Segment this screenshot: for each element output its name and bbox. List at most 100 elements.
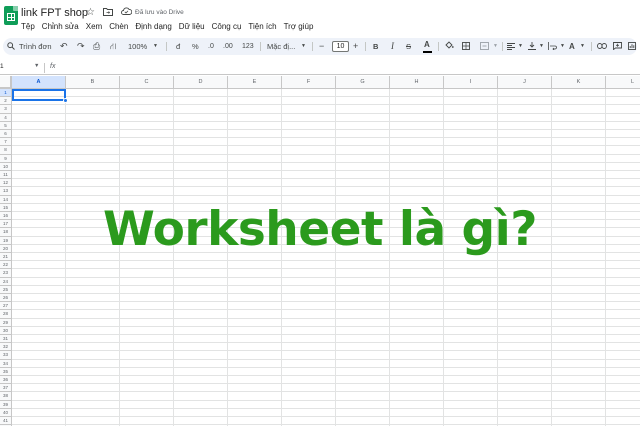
- row-header-35[interactable]: 35: [0, 367, 12, 376]
- row-header-39[interactable]: 39: [0, 400, 12, 409]
- row-header-27[interactable]: 27: [0, 302, 12, 311]
- font-size-decrease-button[interactable]: −: [319, 38, 324, 55]
- horizontal-align-icon[interactable]: [507, 38, 515, 55]
- menu-edit[interactable]: Chỉnh sửa: [42, 21, 79, 33]
- row-header-41[interactable]: 41: [0, 417, 12, 426]
- menu-tools[interactable]: Công cụ: [212, 21, 242, 33]
- row-header-6[interactable]: 6: [0, 130, 12, 139]
- search-menus-label[interactable]: Trình đơn: [19, 38, 52, 55]
- undo-button[interactable]: ↶: [60, 38, 68, 55]
- row-header-26[interactable]: 26: [0, 294, 12, 303]
- menu-view[interactable]: Xem: [86, 21, 102, 33]
- column-header-d[interactable]: D: [174, 76, 228, 89]
- row-header-36[interactable]: 36: [0, 376, 12, 385]
- select-all-corner[interactable]: [0, 76, 12, 89]
- selected-cell-a1[interactable]: [12, 89, 66, 101]
- borders-icon[interactable]: [462, 38, 470, 55]
- text-wrap-icon[interactable]: [548, 38, 557, 55]
- bold-button[interactable]: B: [373, 38, 378, 55]
- strikethrough-button[interactable]: S: [406, 38, 411, 55]
- column-header-j[interactable]: J: [498, 76, 552, 89]
- menu-insert[interactable]: Chèn: [109, 21, 128, 33]
- row-header-9[interactable]: 9: [0, 154, 12, 163]
- row-header-13[interactable]: 13: [0, 187, 12, 196]
- row-header-24[interactable]: 24: [0, 277, 12, 286]
- row-header-37[interactable]: 37: [0, 384, 12, 393]
- chevron-down-icon[interactable]: ▼: [580, 38, 585, 55]
- column-header-g[interactable]: G: [336, 76, 390, 89]
- row-header-7[interactable]: 7: [0, 138, 12, 147]
- row-header-2[interactable]: 2: [0, 97, 12, 106]
- row-header-34[interactable]: 34: [0, 359, 12, 368]
- row-header-32[interactable]: 32: [0, 343, 12, 352]
- chevron-down-icon[interactable]: ▼: [153, 38, 158, 55]
- search-icon[interactable]: [7, 38, 15, 55]
- zoom-select[interactable]: 100%: [128, 38, 147, 55]
- column-header-a[interactable]: A: [12, 76, 66, 89]
- row-header-3[interactable]: 3: [0, 105, 12, 114]
- row-header-29[interactable]: 29: [0, 318, 12, 327]
- row-header-12[interactable]: 12: [0, 179, 12, 188]
- redo-button[interactable]: ↷: [77, 38, 85, 55]
- menu-format[interactable]: Định dạng: [135, 21, 171, 33]
- row-header-10[interactable]: 10: [0, 162, 12, 171]
- number-format-button[interactable]: 123: [242, 38, 254, 55]
- print-button[interactable]: ⎙: [93, 38, 100, 55]
- document-title[interactable]: link FPT shop: [21, 7, 88, 19]
- cloud-saved-icon[interactable]: [121, 7, 133, 19]
- insert-chart-icon[interactable]: [628, 38, 636, 55]
- text-color-button[interactable]: A: [423, 40, 432, 53]
- italic-button[interactable]: I: [391, 38, 394, 55]
- row-header-33[interactable]: 33: [0, 351, 12, 360]
- star-icon[interactable]: ☆: [86, 7, 95, 19]
- chevron-down-icon[interactable]: ▼: [493, 38, 498, 55]
- column-header-i[interactable]: I: [444, 76, 498, 89]
- currency-format-button[interactable]: đ: [176, 38, 180, 55]
- chevron-down-icon[interactable]: ▼: [518, 38, 523, 55]
- row-header-22[interactable]: 22: [0, 261, 12, 270]
- chevron-down-icon[interactable]: ▼: [301, 38, 306, 55]
- column-header-h[interactable]: H: [390, 76, 444, 89]
- row-header-23[interactable]: 23: [0, 269, 12, 278]
- column-header-c[interactable]: C: [120, 76, 174, 89]
- row-header-8[interactable]: 8: [0, 146, 12, 155]
- menu-extensions[interactable]: Tiện ích: [248, 21, 276, 33]
- menu-help[interactable]: Trợ giúp: [284, 21, 314, 33]
- font-size-input[interactable]: 10: [332, 41, 349, 52]
- column-header-b[interactable]: B: [66, 76, 120, 89]
- font-select[interactable]: Mặc đị...: [267, 38, 295, 55]
- column-header-e[interactable]: E: [228, 76, 282, 89]
- menu-data[interactable]: Dữ liệu: [179, 21, 205, 33]
- insert-comment-icon[interactable]: [613, 38, 622, 55]
- row-header-11[interactable]: 11: [0, 171, 12, 180]
- insert-link-icon[interactable]: [597, 38, 607, 55]
- column-header-k[interactable]: K: [552, 76, 606, 89]
- fill-color-icon[interactable]: [445, 38, 454, 55]
- row-header-40[interactable]: 40: [0, 408, 12, 417]
- chevron-down-icon[interactable]: ▼: [34, 63, 39, 69]
- chevron-down-icon[interactable]: ▼: [539, 38, 544, 55]
- percent-format-button[interactable]: %: [192, 38, 199, 55]
- row-header-28[interactable]: 28: [0, 310, 12, 319]
- row-header-30[interactable]: 30: [0, 326, 12, 335]
- text-rotation-icon[interactable]: A: [569, 38, 575, 55]
- name-box[interactable]: 1: [0, 63, 4, 70]
- vertical-align-icon[interactable]: [528, 38, 536, 55]
- row-header-38[interactable]: 38: [0, 392, 12, 401]
- column-header-f[interactable]: F: [282, 76, 336, 89]
- fill-handle[interactable]: [63, 98, 68, 103]
- font-size-increase-button[interactable]: +: [353, 38, 358, 55]
- row-header-5[interactable]: 5: [0, 121, 12, 130]
- row-header-31[interactable]: 31: [0, 335, 12, 344]
- column-header-l[interactable]: L: [606, 76, 640, 89]
- row-header-4[interactable]: 4: [0, 113, 12, 122]
- increase-decimal-button[interactable]: .00: [223, 38, 233, 55]
- folder-move-icon[interactable]: [103, 7, 113, 20]
- decrease-decimal-button[interactable]: .0: [208, 38, 214, 55]
- row-header-1[interactable]: 1: [0, 89, 12, 98]
- chevron-down-icon[interactable]: ▼: [560, 38, 565, 55]
- paint-format-button[interactable]: ⛙: [110, 38, 116, 55]
- menu-file[interactable]: Tệp: [21, 21, 35, 33]
- merge-cells-icon[interactable]: [480, 38, 489, 55]
- row-header-25[interactable]: 25: [0, 285, 12, 294]
